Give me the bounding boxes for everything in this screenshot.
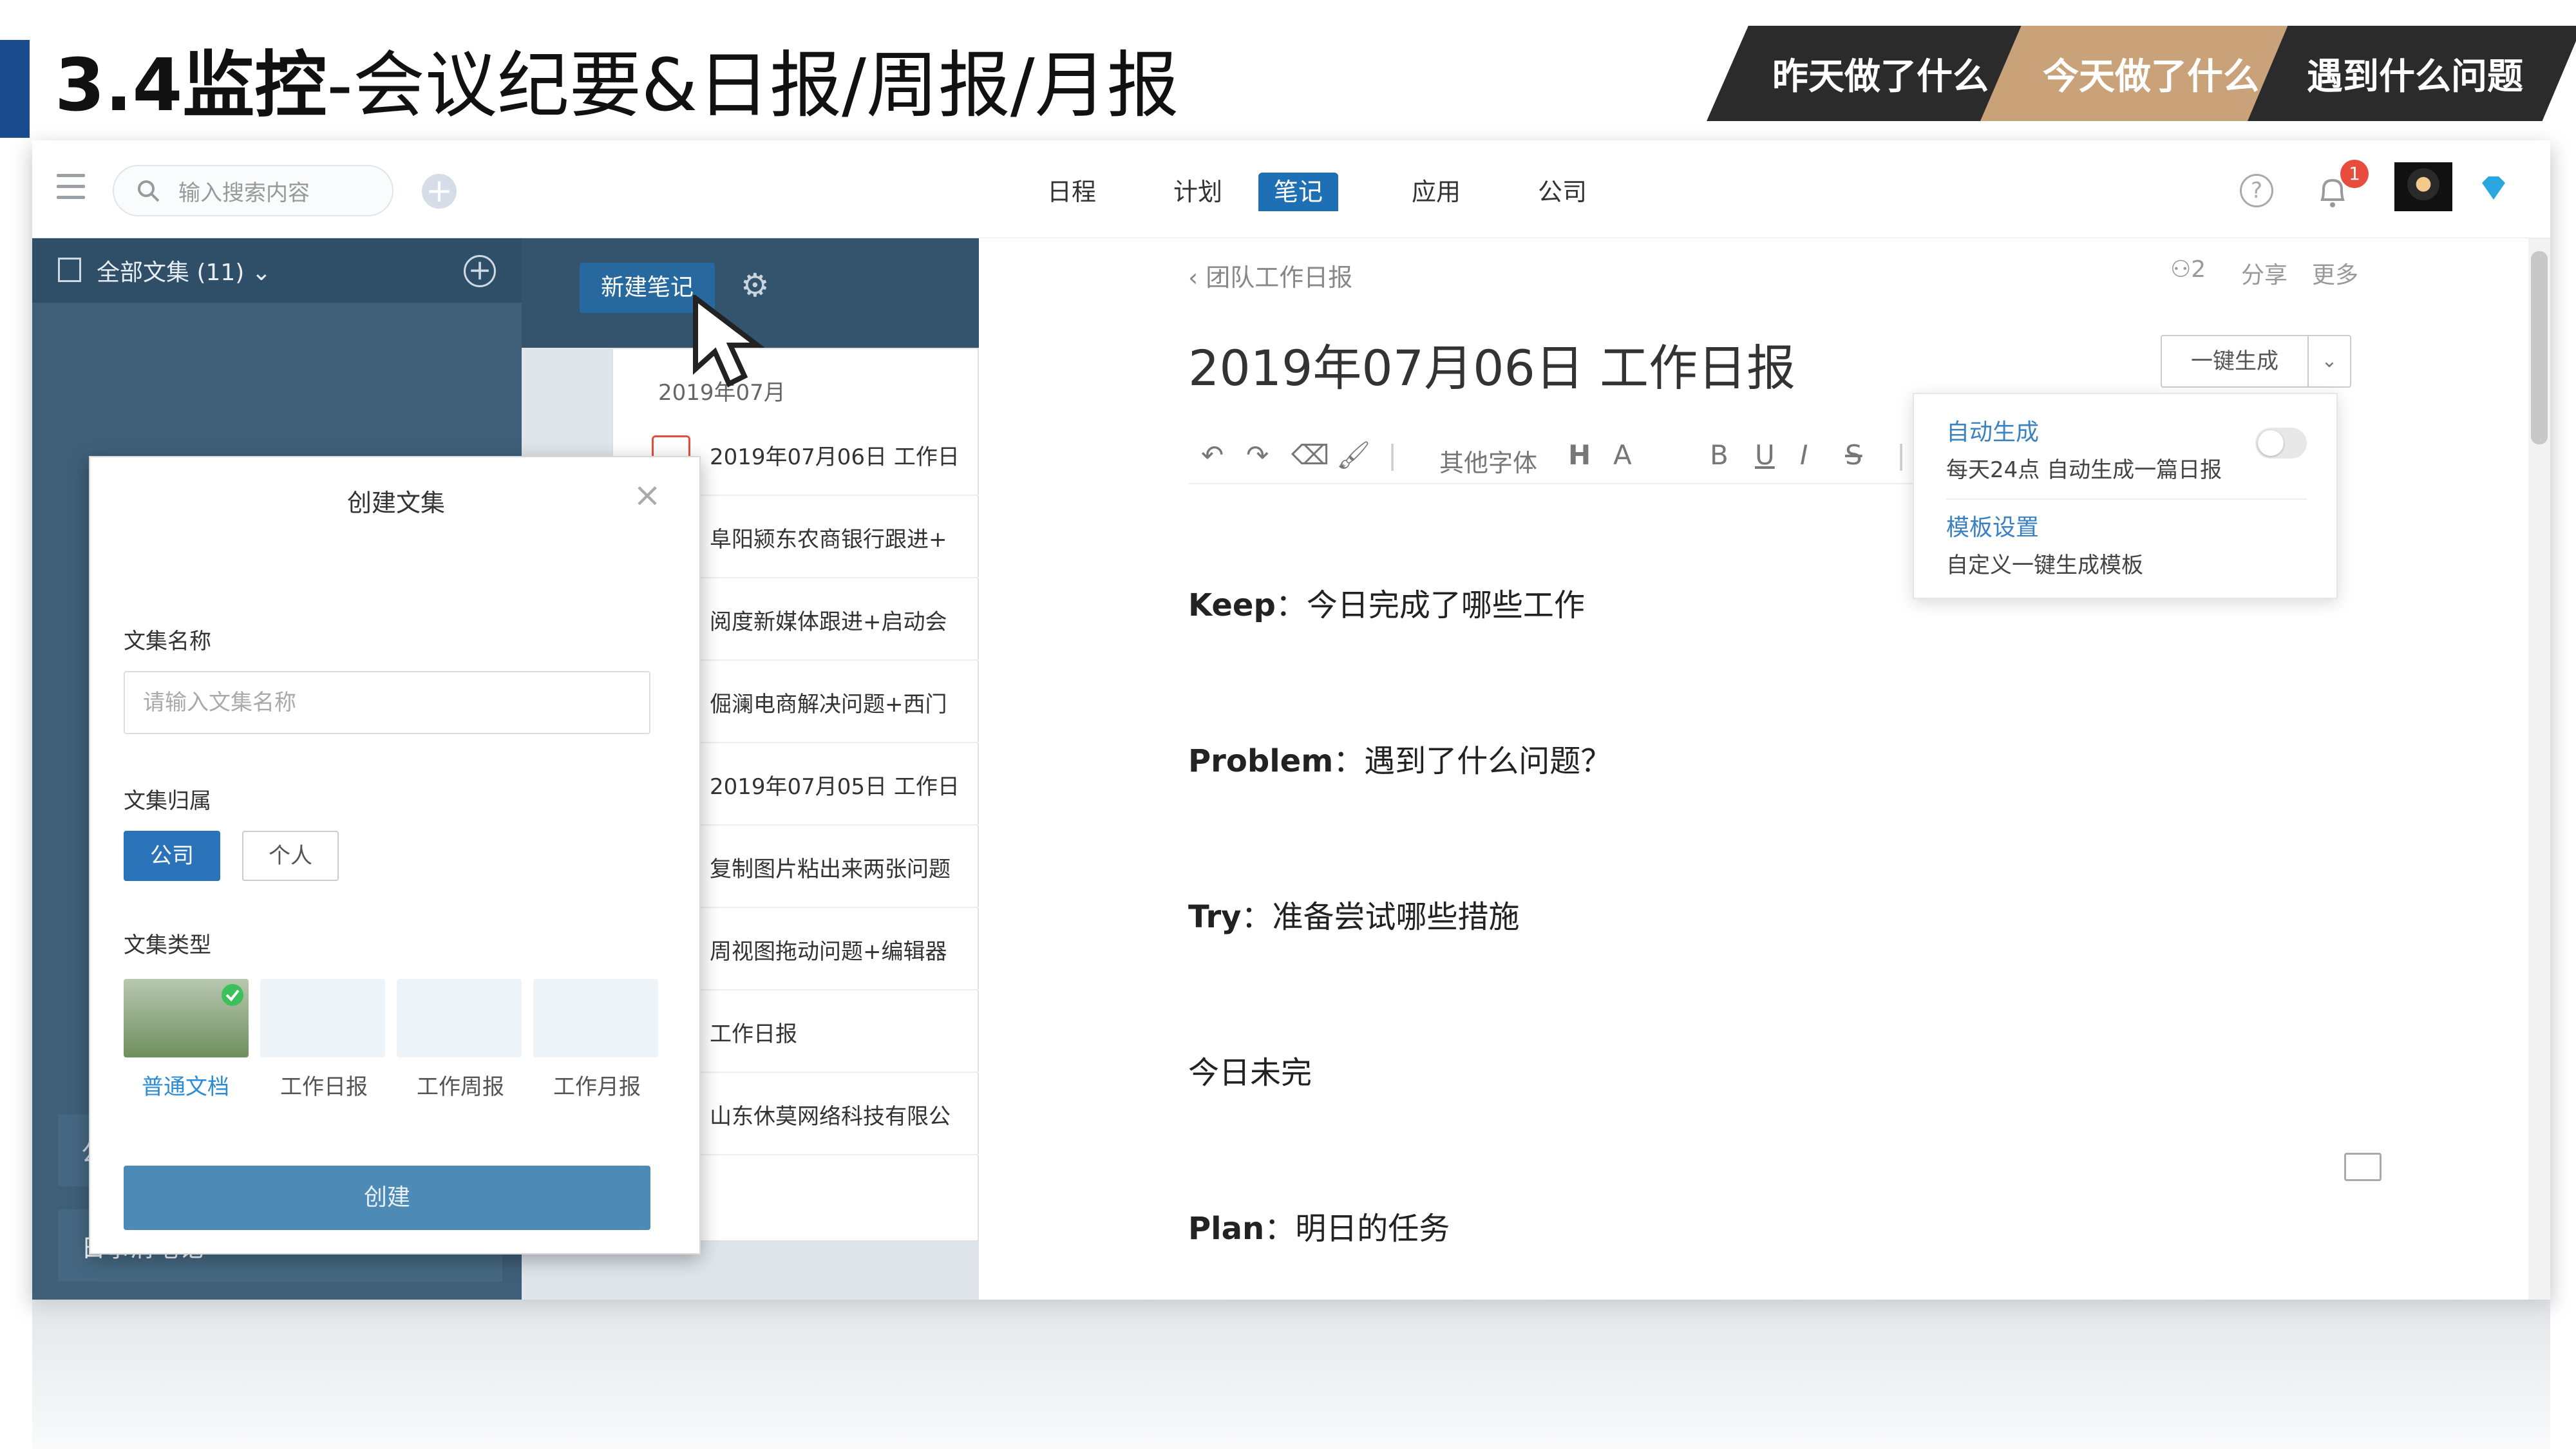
auto-generate-toggle[interactable] <box>2255 428 2307 459</box>
chevron-problems: 遇到什么问题 <box>2248 26 2576 121</box>
add-collection-icon[interactable]: + <box>464 255 496 287</box>
scrollbar-thumb[interactable] <box>2531 251 2548 444</box>
format-painter-icon[interactable]: 🖌 <box>1336 439 1370 471</box>
note-title: 2019年07月06日 工作日 <box>710 444 960 470</box>
owner-label: 文集归属 <box>124 788 211 814</box>
help-icon[interactable]: ? <box>2240 174 2273 207</box>
section-plan[interactable]: Plan：明日的任务 <box>1188 1203 1450 1248</box>
format-toolbar: ↶ ↷ ⌫ 🖌 | 其他字体 H A B U I S | <box>1188 433 1961 484</box>
section-try[interactable]: Try：准备尝试哪些措施 <box>1188 891 1519 936</box>
nav-notes[interactable]: 笔记 <box>1258 173 1339 211</box>
note-title: 2019年07月05日 工作日 <box>710 774 960 800</box>
name-label: 文集名称 <box>124 629 211 654</box>
create-button[interactable]: 创建 <box>124 1166 650 1230</box>
eraser-icon[interactable]: ⌫ <box>1291 439 1329 471</box>
strikethrough-icon[interactable]: S <box>1845 439 1862 471</box>
template-settings-link[interactable]: 模板设置 <box>1946 509 2039 542</box>
template-settings-description: 自定义一键生成模板 <box>1946 553 2143 578</box>
section-problem[interactable]: Problem：遇到了什么问题？ <box>1188 735 1611 781</box>
diamond-icon[interactable] <box>2479 174 2508 202</box>
top-bar: 输入搜索内容 + 日程 计划 笔记 应用 公司 ? 1 <box>32 140 2550 238</box>
type-label-normal[interactable]: 普通文档 <box>142 1069 229 1101</box>
note-title: 工作日报 <box>710 1021 797 1047</box>
breadcrumb-label: 团队工作日报 <box>1206 263 1353 292</box>
title-accent-bar <box>0 40 30 138</box>
type-card-normal[interactable] <box>124 979 249 1057</box>
toolbar-divider: | <box>1388 439 1397 471</box>
generate-options-popover: 自动生成 每天24点 自动生成一篇日报 模板设置 自定义一键生成模板 <box>1913 393 2338 599</box>
type-card-weekly[interactable] <box>397 979 522 1057</box>
add-icon[interactable]: + <box>422 174 457 209</box>
section-unfinished[interactable]: 今日未完 <box>1188 1047 1312 1092</box>
owner-company-button[interactable]: 公司 <box>124 831 220 881</box>
page-title[interactable]: 2019年07月06日 工作日报 <box>1188 328 1795 399</box>
nav-apps[interactable]: 应用 <box>1396 173 1476 211</box>
redo-icon[interactable]: ↷ <box>1246 439 1269 471</box>
more-button[interactable]: 更多 <box>2312 256 2358 290</box>
collaborator-count: 2 <box>2191 256 2206 283</box>
type-label-daily[interactable]: 工作日报 <box>280 1069 368 1101</box>
notification-badge: 1 <box>2340 160 2369 188</box>
app-window: 输入搜索内容 + 日程 计划 笔记 应用 公司 ? 1 全部文集 (11) ⌄ … <box>32 140 2550 1300</box>
type-label-weekly[interactable]: 工作周报 <box>417 1069 504 1101</box>
search-icon <box>138 180 160 202</box>
heading-icon[interactable]: H <box>1568 439 1591 471</box>
note-title: 倔澜电商解决问题+西门 <box>710 692 947 717</box>
nav-schedule[interactable]: 日程 <box>1032 173 1112 211</box>
nav-company[interactable]: 公司 <box>1522 173 1602 211</box>
type-label-monthly[interactable]: 工作月报 <box>553 1069 641 1101</box>
type-card-daily[interactable] <box>260 979 385 1057</box>
collection-icon <box>58 258 81 282</box>
auto-generate-title: 自动生成 <box>1946 419 2040 446</box>
font-select[interactable]: 其他字体 <box>1439 443 1537 478</box>
check-icon <box>222 984 243 1006</box>
note-title: 周视图拖动问题+编辑器 <box>710 939 947 965</box>
owner-personal-button[interactable]: 个人 <box>242 831 339 881</box>
italic-icon[interactable]: I <box>1800 439 1808 471</box>
create-collection-dialog: 创建文集 × 文集名称 请输入文集名称 文集归属 公司 个人 文集类型 普通文档… <box>89 456 701 1255</box>
collection-name-field[interactable]: 请输入文集名称 <box>124 671 650 734</box>
underline-icon[interactable]: U <box>1755 439 1775 471</box>
close-icon[interactable]: × <box>631 478 663 512</box>
type-card-monthly[interactable] <box>533 979 658 1057</box>
slide-title: 3.4监控-会议纪要&日报/周报/月报 <box>55 44 1179 128</box>
bold-icon[interactable]: B <box>1710 439 1728 471</box>
note-title: 山东休莫网络科技有限公 <box>710 1104 951 1130</box>
collection-selector[interactable]: 全部文集 (11) ⌄ <box>32 238 522 303</box>
undo-icon[interactable]: ↶ <box>1201 439 1224 471</box>
note-title: 阅度新媒体跟进+启动会 <box>710 609 947 635</box>
auto-generate-description: 每天24点 自动生成一篇日报 <box>1946 457 2222 483</box>
note-title: 复制图片粘出来两张问题 <box>710 857 951 882</box>
breadcrumb[interactable]: ‹ 团队工作日报 <box>1188 258 1352 293</box>
section-keep[interactable]: Keep：今日完成了哪些工作 <box>1188 580 1585 625</box>
avatar[interactable] <box>2394 162 2452 211</box>
share-button[interactable]: 分享 <box>2241 256 2287 290</box>
dialog-title: 创建文集 <box>346 489 445 517</box>
toolbar-divider: | <box>1897 439 1906 471</box>
keyboard-icon[interactable] <box>2344 1153 2382 1181</box>
font-size-icon[interactable]: A <box>1613 439 1632 471</box>
window-reflection <box>32 1300 2550 1449</box>
nav-plan[interactable]: 计划 <box>1158 173 1238 211</box>
chevron-down-icon[interactable]: ⌄ <box>2309 335 2351 388</box>
collaborators-button[interactable]: ⚇2 <box>2170 256 2206 283</box>
note-title: 阜阳颍东农商银行跟进+ <box>710 527 947 553</box>
divider <box>1946 498 2307 500</box>
type-label: 文集类型 <box>124 933 211 958</box>
one-click-generate-button[interactable]: 一键生成 <box>2161 335 2309 388</box>
mouse-cursor-icon <box>693 295 765 388</box>
menu-icon[interactable] <box>57 174 85 202</box>
